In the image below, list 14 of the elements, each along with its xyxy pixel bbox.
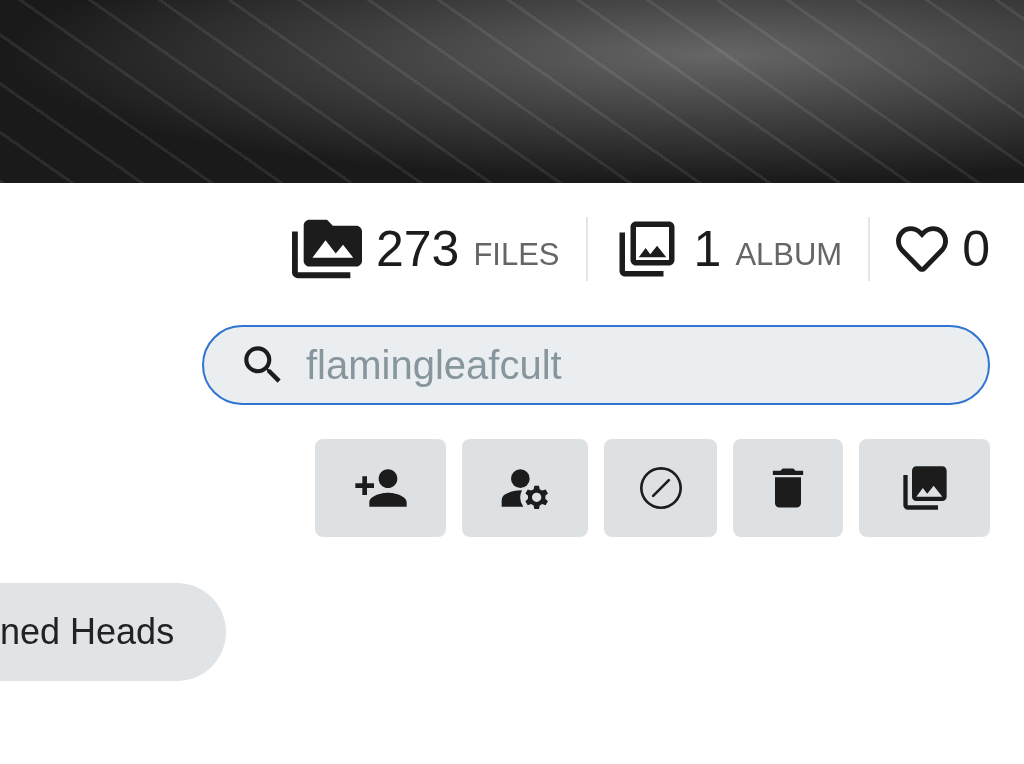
- delete-button[interactable]: [733, 439, 843, 537]
- user-settings-button[interactable]: [462, 439, 588, 537]
- heart-icon: [896, 223, 949, 275]
- stat-count: 273: [375, 224, 460, 274]
- stat-count: 1: [693, 224, 722, 274]
- albums-button[interactable]: [859, 439, 990, 537]
- block-icon: [639, 467, 682, 509]
- stat-label: FILES: [473, 238, 560, 270]
- tag-chip[interactable]: ned Heads: [0, 583, 227, 681]
- search-field[interactable]: flamingleafcult: [202, 325, 990, 405]
- add-user-button[interactable]: [315, 439, 446, 537]
- block-button[interactable]: [604, 439, 717, 537]
- stat-count: 0: [962, 224, 990, 274]
- stat-label: ALBUM: [735, 238, 843, 270]
